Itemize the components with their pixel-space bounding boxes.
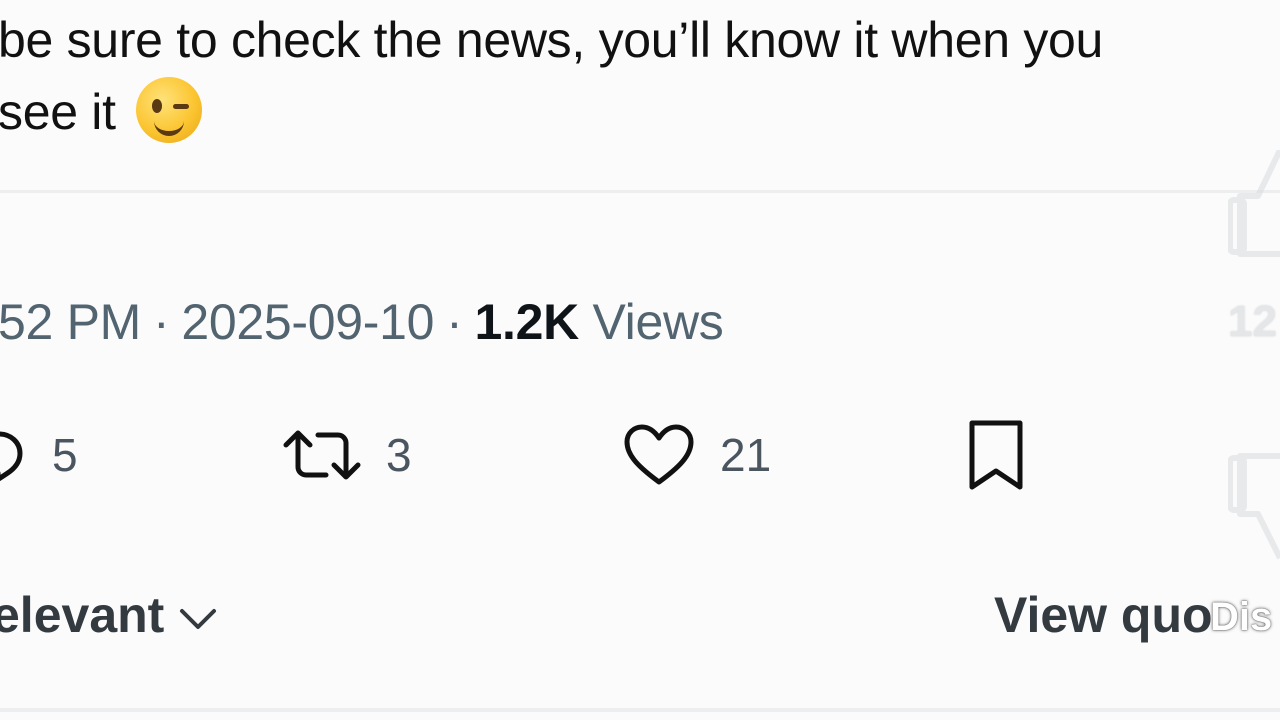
meta-separator: ·: [153, 294, 170, 350]
replies-sort-dropdown[interactable]: elevant: [0, 585, 218, 645]
like-button[interactable]: 21: [622, 415, 771, 495]
bookmark-button[interactable]: [964, 415, 1028, 495]
divider: [0, 708, 1280, 712]
heart-icon: [622, 422, 696, 488]
tweet-date[interactable]: 2025-09-10: [181, 294, 434, 350]
video-dislike-label: Dis: [1210, 595, 1273, 639]
tweet-time[interactable]: 52 PM: [0, 294, 141, 350]
bookmark-icon: [964, 417, 1028, 493]
thumbs-down-icon: [1227, 453, 1280, 564]
like-count: 21: [720, 429, 772, 481]
retweet-button[interactable]: 3: [282, 415, 412, 495]
view-quotes-link[interactable]: View quo: [994, 585, 1213, 645]
views-label: Views: [592, 294, 724, 350]
reply-icon: [0, 426, 28, 484]
meta-separator: ·: [446, 294, 463, 350]
winking-face-emoji-icon: [135, 76, 202, 143]
sort-label: elevant: [0, 587, 165, 643]
retweet-count: 3: [386, 429, 412, 481]
tweet-text: be sure to check the news, you’ll know i…: [0, 4, 1280, 148]
views-count: 1.2K: [474, 294, 580, 350]
tweet-meta: 52 PM · 2025-09-10 · 1.2K Views: [0, 292, 724, 352]
video-dislike-button[interactable]: [1227, 450, 1280, 560]
retweet-icon: [282, 423, 362, 487]
chevron-down-icon: [178, 585, 218, 645]
video-like-button[interactable]: [1227, 148, 1280, 260]
thumbs-up-icon: [1227, 148, 1280, 264]
tweet-text-line-2-text: see it: [0, 84, 116, 140]
video-like-count: 12: [1228, 297, 1277, 346]
divider: [0, 190, 1280, 193]
action-bar: 5 3 21: [0, 415, 1280, 495]
tweet-text-line-1: be sure to check the news, you’ll know i…: [0, 12, 1104, 68]
tweet-text-line-2: see it: [0, 76, 1280, 148]
reply-count: 5: [52, 429, 78, 481]
reply-button[interactable]: 5: [0, 415, 78, 495]
